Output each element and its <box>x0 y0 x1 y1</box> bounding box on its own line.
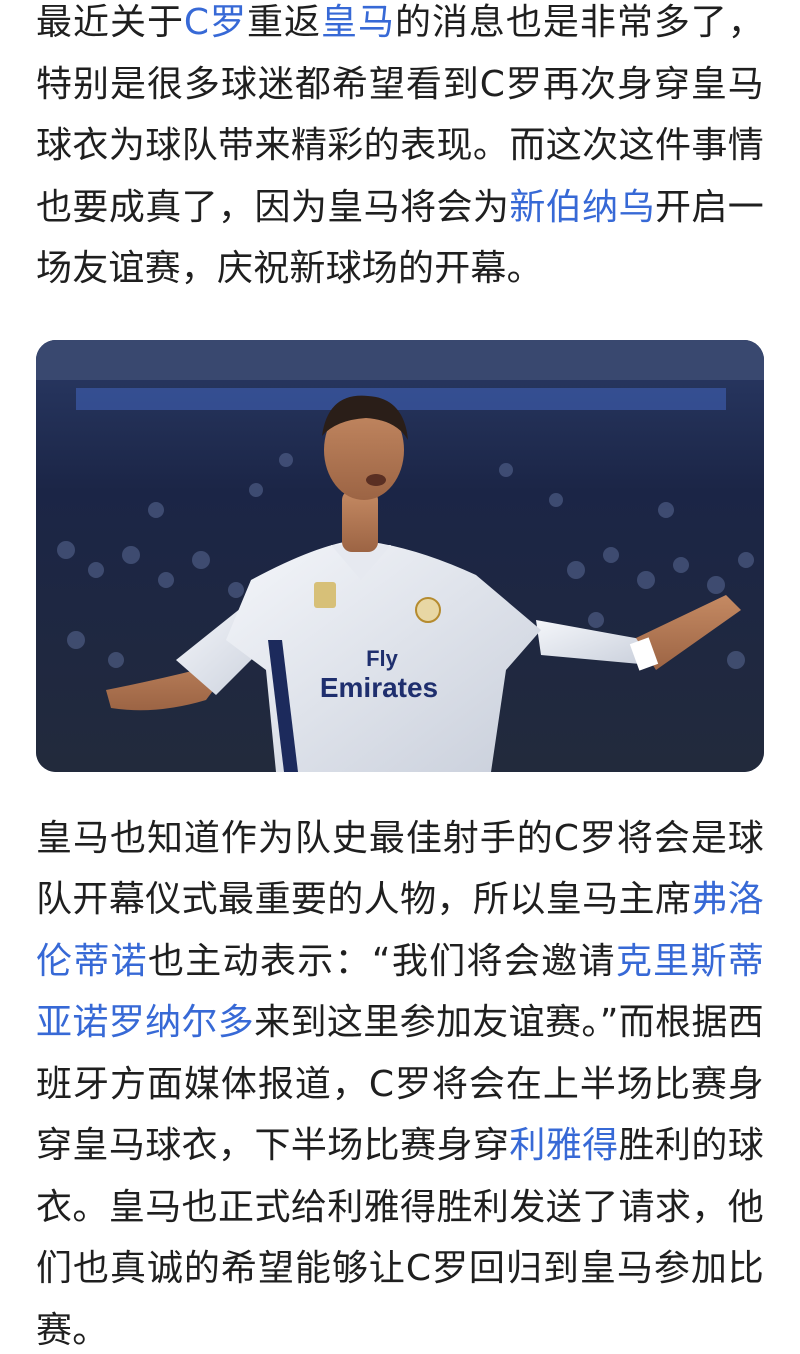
football-player-photo: Fly Emirates <box>36 339 764 772</box>
link-new-bernabeu[interactable]: 新伯纳乌 <box>509 187 655 228</box>
text-segment: 最近关于 <box>36 2 184 43</box>
paragraph-body: 皇马也知道作为队史最佳射手的C罗将会是球队开幕仪式最重要的人物，所以皇马主席弗洛… <box>36 808 764 1354</box>
link-al-nassr[interactable]: 利雅得 <box>509 1125 618 1166</box>
article: 最近关于C罗重返皇马的消息也是非常多了，特别是很多球迷都希望看到C罗再次身穿皇马… <box>0 0 800 1351</box>
link-real-madrid[interactable]: 皇马 <box>321 2 395 43</box>
text-segment: 重返 <box>247 2 321 43</box>
jersey-sponsor-line1: Fly <box>366 646 399 671</box>
text-segment: 也主动表示：“我们将会邀请 <box>147 940 616 982</box>
text-segment: 皇马也知道作为队史最佳射手的C罗将会是球队开幕仪式最重要的人物，所以皇马主席 <box>36 817 764 921</box>
article-photo: Fly Emirates <box>36 339 764 772</box>
link-c-ronaldo[interactable]: C罗 <box>184 2 247 43</box>
paragraph-intro: 最近关于C罗重返皇马的消息也是非常多了，特别是很多球迷都希望看到C罗再次身穿皇马… <box>36 0 764 300</box>
jersey-sponsor-line2: Emirates <box>320 672 438 703</box>
